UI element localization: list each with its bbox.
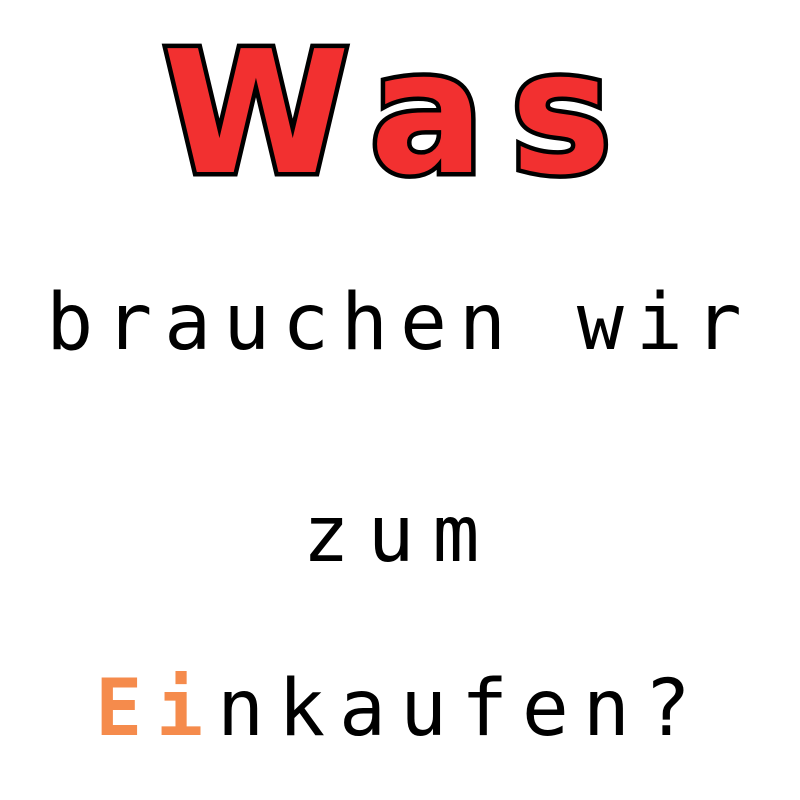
text-rest-nkaufen: nkaufen? [217, 664, 705, 754]
text-line-brauchen-wir: brauchen wir [46, 278, 754, 368]
text-line-zum: zum [302, 490, 498, 580]
text-line-einkaufen: Einkaufen? [0, 654, 800, 764]
highlight-ei: Ei [95, 664, 218, 754]
headline-title: Was [158, 11, 638, 218]
worksheet-canvas: Was brauchen wir zum Einkaufen? [0, 0, 800, 800]
